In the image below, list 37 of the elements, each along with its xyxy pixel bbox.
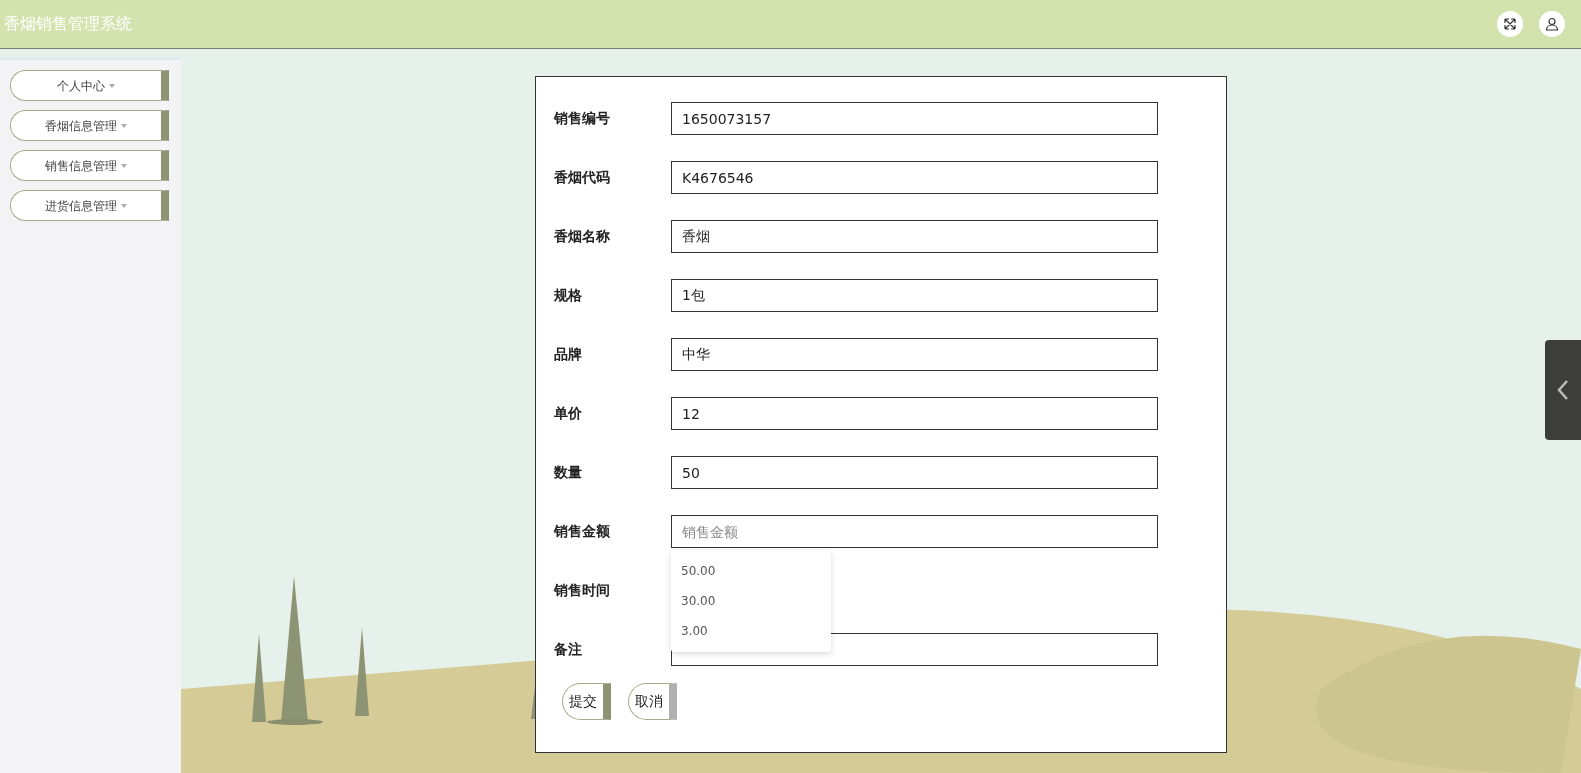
fullscreen-button[interactable] bbox=[1497, 11, 1523, 37]
input-field[interactable]: 50 bbox=[671, 456, 1158, 489]
suggestion-item[interactable]: 30.00 bbox=[671, 586, 831, 616]
caret-icon bbox=[109, 83, 115, 88]
input-field[interactable]: 中华 bbox=[671, 338, 1158, 371]
sidebar-item[interactable]: 销售信息管理 bbox=[10, 150, 169, 181]
input-field[interactable]: 12 bbox=[671, 397, 1158, 430]
field-label: 规格 bbox=[554, 286, 583, 305]
field-label: 销售编号 bbox=[554, 109, 611, 128]
sidebar-item[interactable]: 进货信息管理 bbox=[10, 190, 169, 221]
suggestion-item[interactable]: 50.00 bbox=[671, 556, 831, 586]
field-label: 单价 bbox=[554, 404, 583, 423]
caret-icon bbox=[121, 123, 127, 128]
input-field[interactable]: 香烟 bbox=[671, 220, 1158, 253]
field-label: 香烟代码 bbox=[554, 168, 611, 187]
caret-icon bbox=[121, 163, 127, 168]
field-label: 销售金额 bbox=[554, 522, 611, 541]
suggestion-item[interactable]: 3.00 bbox=[671, 616, 831, 646]
cancel-button[interactable]: 取消 bbox=[628, 683, 677, 720]
input-field[interactable]: 销售金额 bbox=[671, 515, 1158, 548]
field-label: 销售时间 bbox=[554, 581, 611, 600]
input-field[interactable]: 1包 bbox=[671, 279, 1158, 312]
field-label: 香烟名称 bbox=[554, 227, 611, 246]
field-label: 备注 bbox=[554, 640, 583, 659]
input-field[interactable]: 1650073157 bbox=[671, 102, 1158, 135]
sidebar-item[interactable]: 个人中心 bbox=[10, 70, 169, 101]
sidebar-item[interactable]: 香烟信息管理 bbox=[10, 110, 169, 141]
user-icon bbox=[1545, 17, 1559, 31]
expand-icon bbox=[1503, 17, 1517, 31]
caret-icon bbox=[121, 203, 127, 208]
field-label: 品牌 bbox=[554, 345, 583, 364]
input-field[interactable]: K4676546 bbox=[671, 161, 1158, 194]
app-title: 香烟销售管理系统 bbox=[3, 13, 132, 35]
field-label: 数量 bbox=[554, 463, 583, 482]
chevron-left-icon bbox=[1557, 379, 1569, 401]
user-button[interactable] bbox=[1539, 11, 1565, 37]
submit-button[interactable]: 提交 bbox=[562, 683, 611, 720]
